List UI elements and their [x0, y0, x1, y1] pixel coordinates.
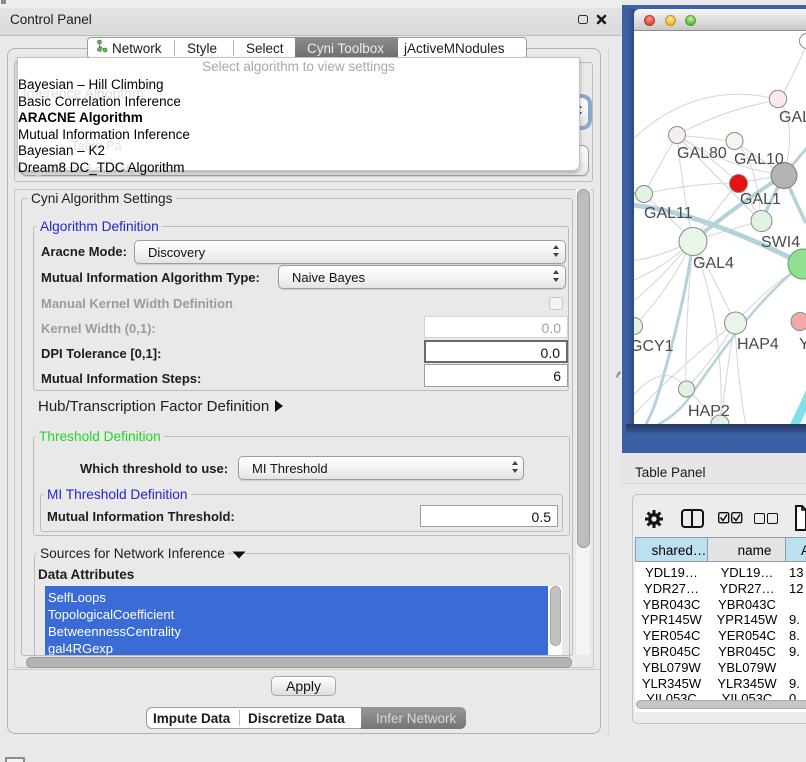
svg-text:GAL10: GAL10 — [734, 151, 784, 168]
svg-text:SWI4: SWI4 — [761, 234, 800, 251]
svg-text:HAP4: HAP4 — [737, 336, 779, 353]
svg-text:GAL80: GAL80 — [677, 145, 727, 162]
svg-text:GAL1: GAL1 — [740, 191, 781, 208]
svg-text:GCY1: GCY1 — [634, 338, 674, 355]
svg-text:HAP2: HAP2 — [688, 403, 730, 420]
svg-text:GAL4: GAL4 — [693, 255, 734, 272]
svg-text:GAL7: GAL7 — [779, 109, 806, 126]
svg-text:Y: Y — [799, 336, 806, 353]
svg-text:GAL11: GAL11 — [644, 205, 693, 222]
